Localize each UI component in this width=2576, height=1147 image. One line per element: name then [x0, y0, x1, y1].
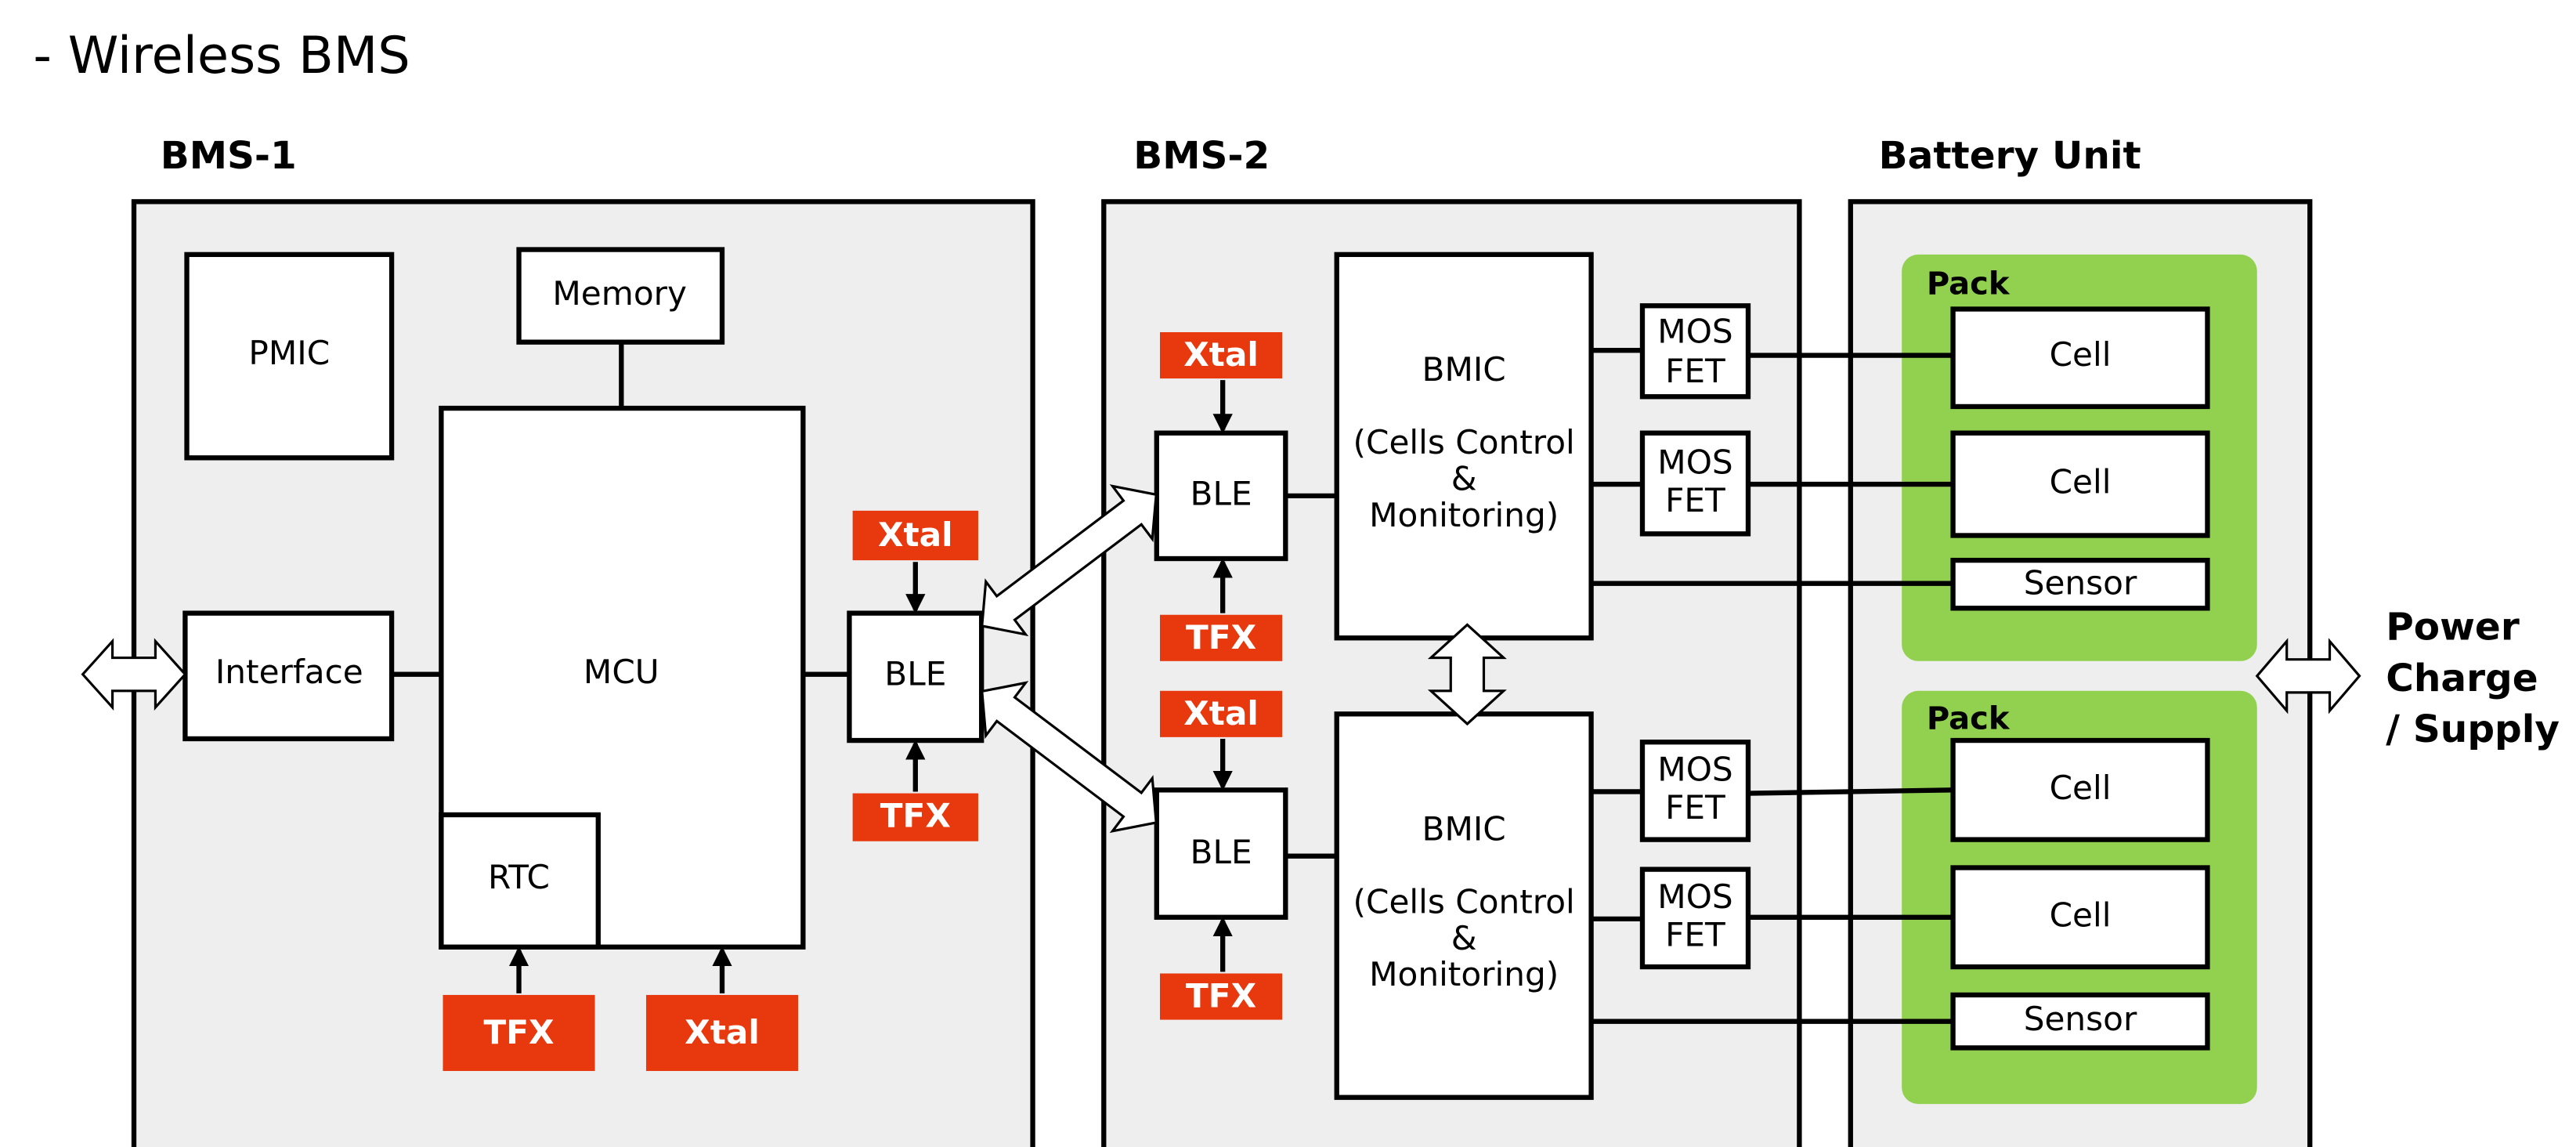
bmic-title: BMIC [1422, 810, 1506, 848]
mosfet-label: MOS [1657, 751, 1732, 789]
cell-label: Cell [2050, 896, 2112, 934]
battery-unit-panel: Pack Cell Cell Sensor Pack Cell Cell Sen… [1848, 199, 2313, 1147]
cell-label: Cell [2050, 769, 2112, 807]
bmic-desc: & [1451, 919, 1477, 957]
mosfet-label: MOS [1657, 877, 1732, 916]
pmic-label: PMIC [248, 334, 330, 372]
mcu-label: MCU [583, 653, 659, 691]
mosfet-4: MOS FET [1639, 867, 1751, 970]
power-label: Charge [2386, 657, 2538, 700]
bms1-xtal-label: Xtal [878, 516, 953, 554]
bms1-ble-label: BLE [884, 654, 946, 693]
cell-label: Cell [2050, 335, 2112, 374]
rtc-label: RTC [488, 858, 550, 896]
bms1-tfx-label: TFX [880, 797, 951, 835]
power-label: / Supply [2386, 707, 2560, 751]
battery-unit-label: Battery Unit [1879, 134, 2141, 178]
mcu-xtal-label: Xtal [685, 1013, 760, 1051]
mosfet-1: MOS FET [1639, 303, 1751, 400]
pack-label: Pack [1927, 266, 2011, 302]
cell-label: Cell [2050, 463, 2112, 501]
interface-label: Interface [215, 653, 363, 691]
mosfet-label: FET [1665, 916, 1725, 954]
bmic-desc: Monitoring) [1369, 955, 1559, 993]
mosfet-label: MOS [1657, 443, 1732, 481]
wireless-bms-diagram: - Wireless BMS BMS-1 BMS-2 Battery Unit … [33, 26, 2560, 1147]
rtc-tfx-label: TFX [483, 1013, 554, 1051]
mosfet-label: MOS [1657, 313, 1732, 351]
mosfet-2: MOS FET [1639, 430, 1751, 537]
bms2-ble-top-label: BLE [1190, 474, 1252, 512]
bms2-ble-bottom-label: BLE [1190, 833, 1252, 871]
bmic-desc: & [1451, 459, 1477, 498]
memory-label: Memory [552, 274, 687, 313]
bms2-tfx-top-label: TFX [1186, 618, 1256, 657]
bms2-xtal-top-label: Xtal [1183, 335, 1259, 374]
mosfet-label: FET [1665, 481, 1725, 519]
bmic-desc: (Cells Control [1353, 423, 1575, 461]
bmic-desc: Monitoring) [1369, 496, 1559, 534]
mosfet-3: MOS FET [1639, 740, 1751, 842]
mosfet-label: FET [1665, 788, 1725, 827]
bms2-panel: Xtal BLE TFX BMIC (Cells Control & Monit… [1101, 199, 1802, 1147]
bmic-desc: (Cells Control [1353, 882, 1575, 921]
sensor-label: Sensor [2024, 563, 2137, 602]
bms2-tfx-bottom-label: TFX [1186, 977, 1256, 1015]
bms2-xtal-bottom-label: Xtal [1183, 694, 1259, 733]
mosfet-label: FET [1665, 352, 1725, 390]
bms2-label: BMS-2 [1133, 134, 1270, 178]
pack-label: Pack [1927, 700, 2011, 736]
bms1-panel: PMIC Memory MCU RTC Interface BLE Xtal T… [131, 199, 1035, 1147]
bmic-title: BMIC [1422, 350, 1506, 389]
power-label: Power [2386, 605, 2520, 649]
sensor-label: Sensor [2024, 1000, 2137, 1038]
page-title: - Wireless BMS [33, 26, 410, 85]
bms1-label: BMS-1 [161, 134, 297, 178]
